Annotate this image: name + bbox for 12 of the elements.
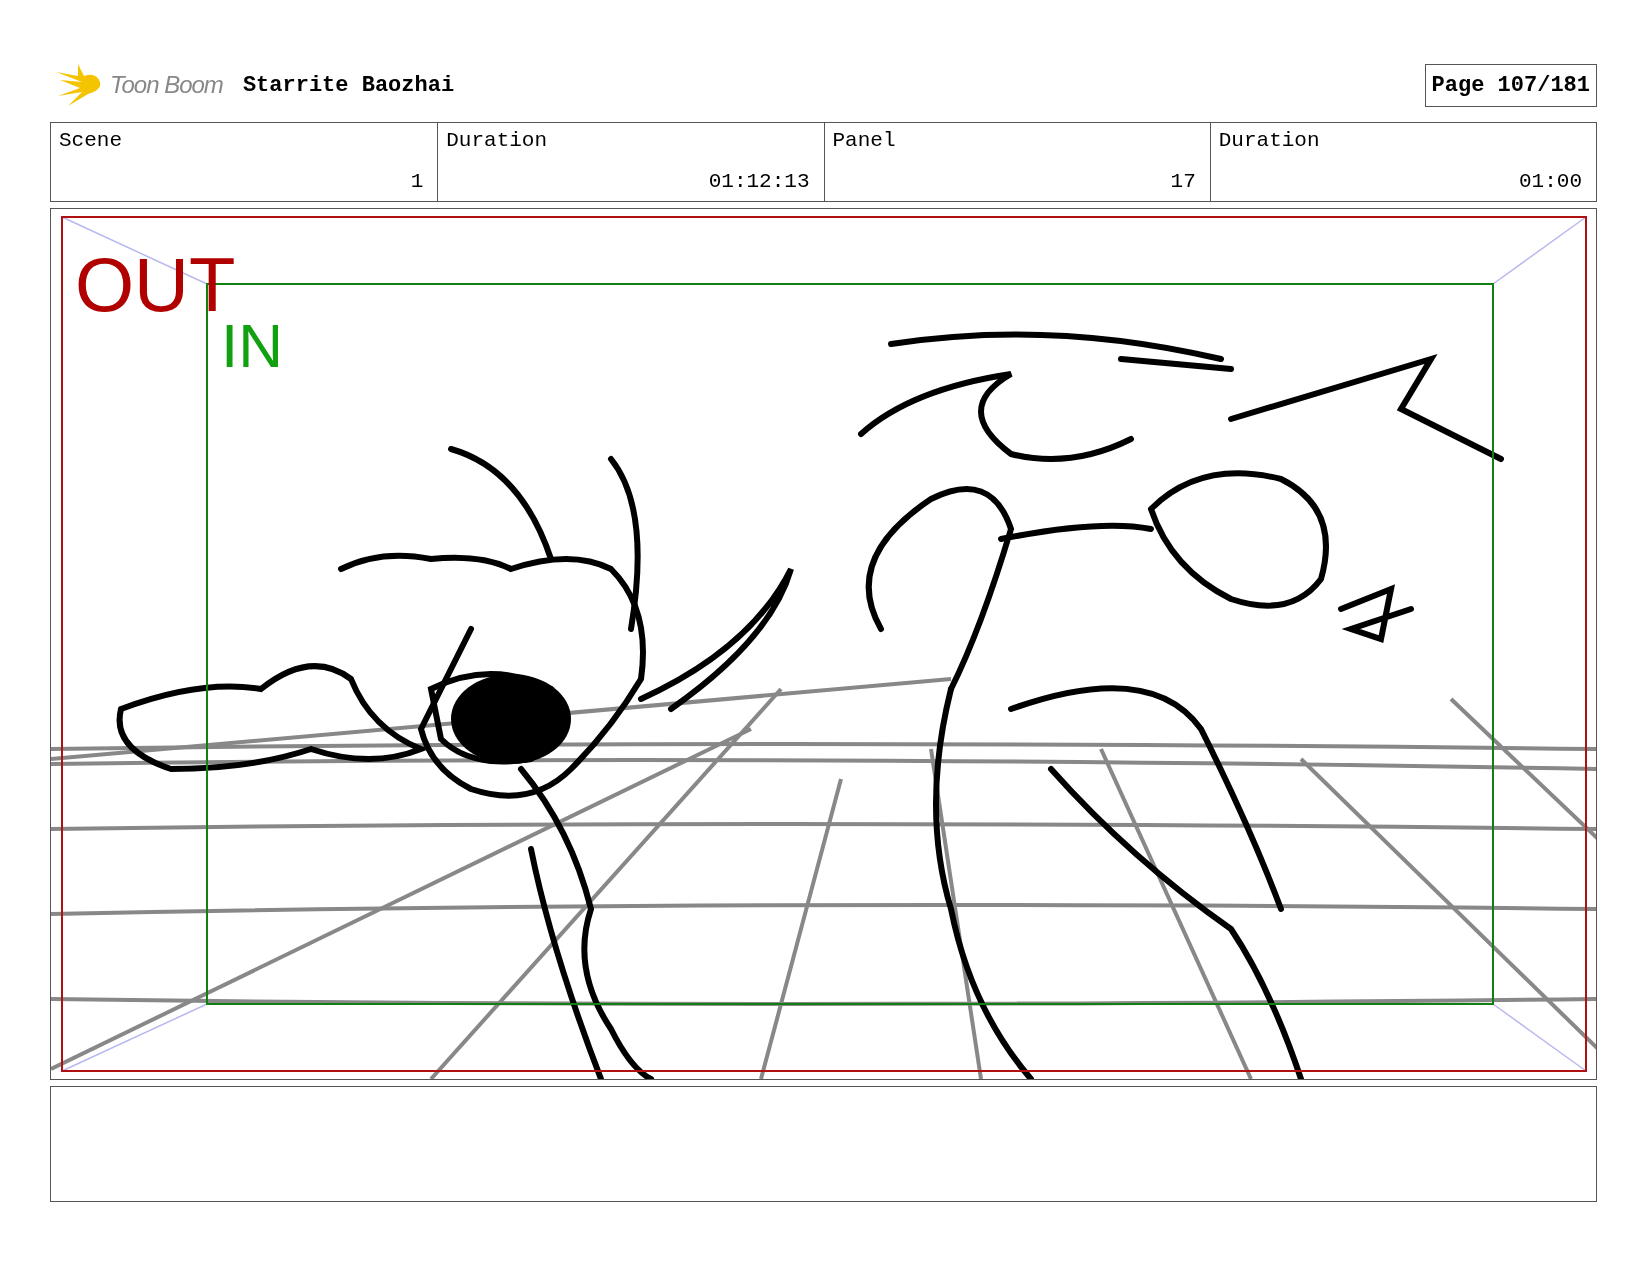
field-label: Panel [832, 129, 897, 152]
field-label: Duration [446, 129, 549, 152]
field-value: 01:12:13 [708, 170, 810, 193]
in-frame-label: IN [221, 311, 283, 380]
field-value: 1 [410, 170, 424, 193]
logo-text: Toon Boom [110, 71, 223, 99]
field-value: 17 [1170, 170, 1196, 193]
page-number: Page 107/181 [1424, 63, 1597, 107]
project-title: Starrite Baozhai [242, 72, 455, 98]
field-label: Scene [59, 129, 123, 152]
field-label: Duration [1218, 129, 1321, 152]
field-value: 01:00 [1519, 170, 1582, 193]
